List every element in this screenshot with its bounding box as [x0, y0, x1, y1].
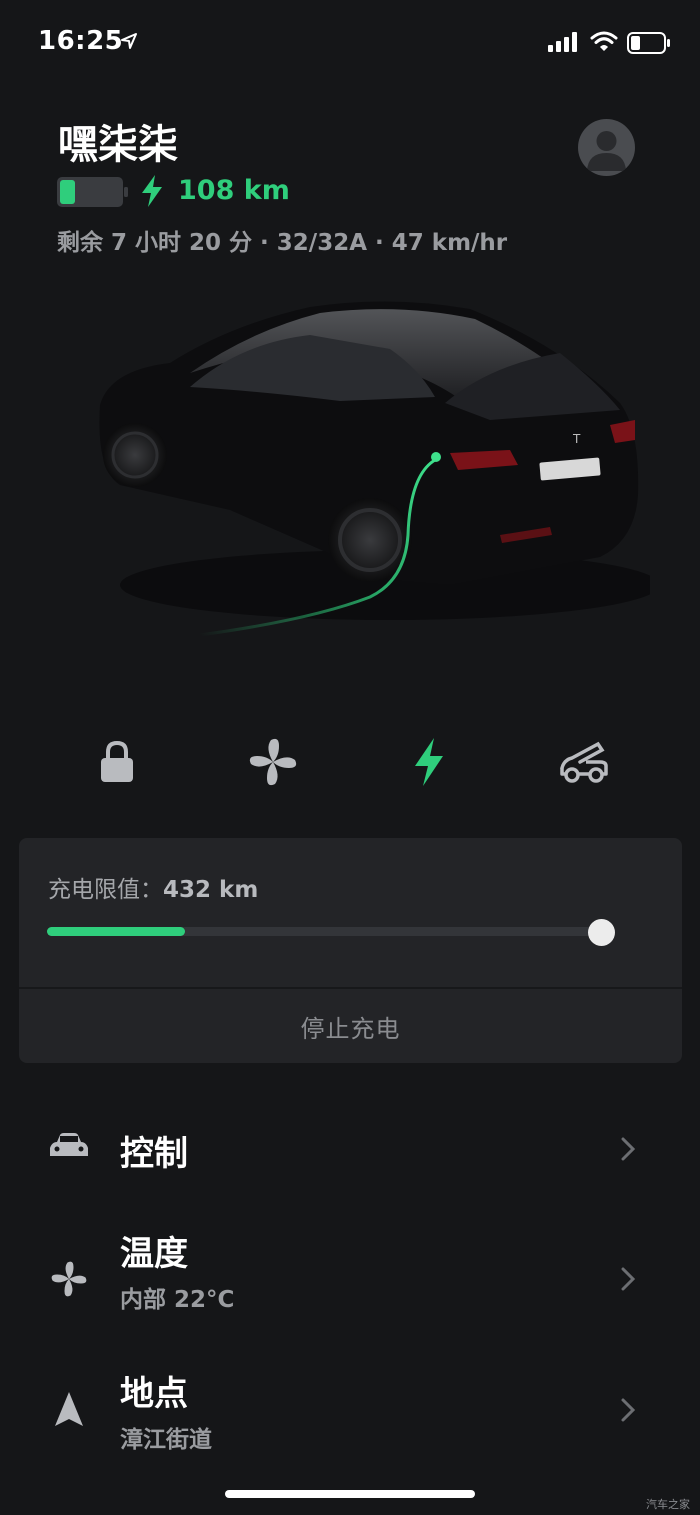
charge-limit-value: 432 km [163, 877, 259, 903]
fan-icon [51, 1261, 87, 1297]
car-name: 嘿柒柒 [58, 122, 178, 168]
menu-title-controls: 控制 [120, 1134, 188, 1174]
car-image: T [99, 301, 650, 637]
menu-subtitle-climate: 内部 22°C [120, 1287, 235, 1313]
charging-bolt-icon [142, 175, 162, 207]
chevron-right-icon [621, 1137, 636, 1161]
home-indicator[interactable] [225, 1490, 475, 1498]
stop-charging-button[interactable]: 停止充电 [19, 989, 682, 1063]
charge-limit-slider-thumb[interactable] [588, 919, 615, 946]
menu-title-climate: 温度 [120, 1234, 188, 1274]
battery-icon [627, 32, 670, 54]
watermark: 汽车之家 [646, 1498, 690, 1511]
car-icon [50, 1133, 88, 1156]
menu-title-location: 地点 [120, 1374, 188, 1414]
chevron-right-icon [621, 1398, 636, 1422]
charge-bolt-icon[interactable] [401, 734, 457, 790]
tesla-app-screen: 16:25 嘿柒柒 108 km 剩余 7 小时 20 分 · 32/32A ·… [0, 0, 700, 1515]
frunk-icon[interactable] [556, 734, 612, 790]
menu-subtitle-location: 漳江街道 [120, 1427, 212, 1453]
lock-icon[interactable] [89, 734, 145, 790]
navigation-arrow-icon [55, 1392, 83, 1426]
range-text: 108 km [178, 175, 290, 206]
status-time: 16:25 [38, 26, 124, 56]
user-icon [587, 131, 626, 171]
wifi-icon [590, 31, 618, 51]
chevron-right-icon [621, 1267, 636, 1291]
charge-limit-label: 充电限值： [48, 877, 163, 903]
signal-icon [548, 32, 577, 52]
fan-icon[interactable] [245, 734, 301, 790]
location-arrow-icon [121, 33, 137, 49]
profile-avatar-button[interactable] [578, 119, 635, 176]
current-charge-fill [47, 927, 185, 936]
charge-limit-row: 充电限值：432 km [48, 870, 258, 904]
svg-text:T: T [572, 432, 581, 446]
car-battery-icon [57, 177, 128, 207]
charge-info: 剩余 7 小时 20 分 · 32/32A · 47 km/hr [57, 230, 508, 256]
